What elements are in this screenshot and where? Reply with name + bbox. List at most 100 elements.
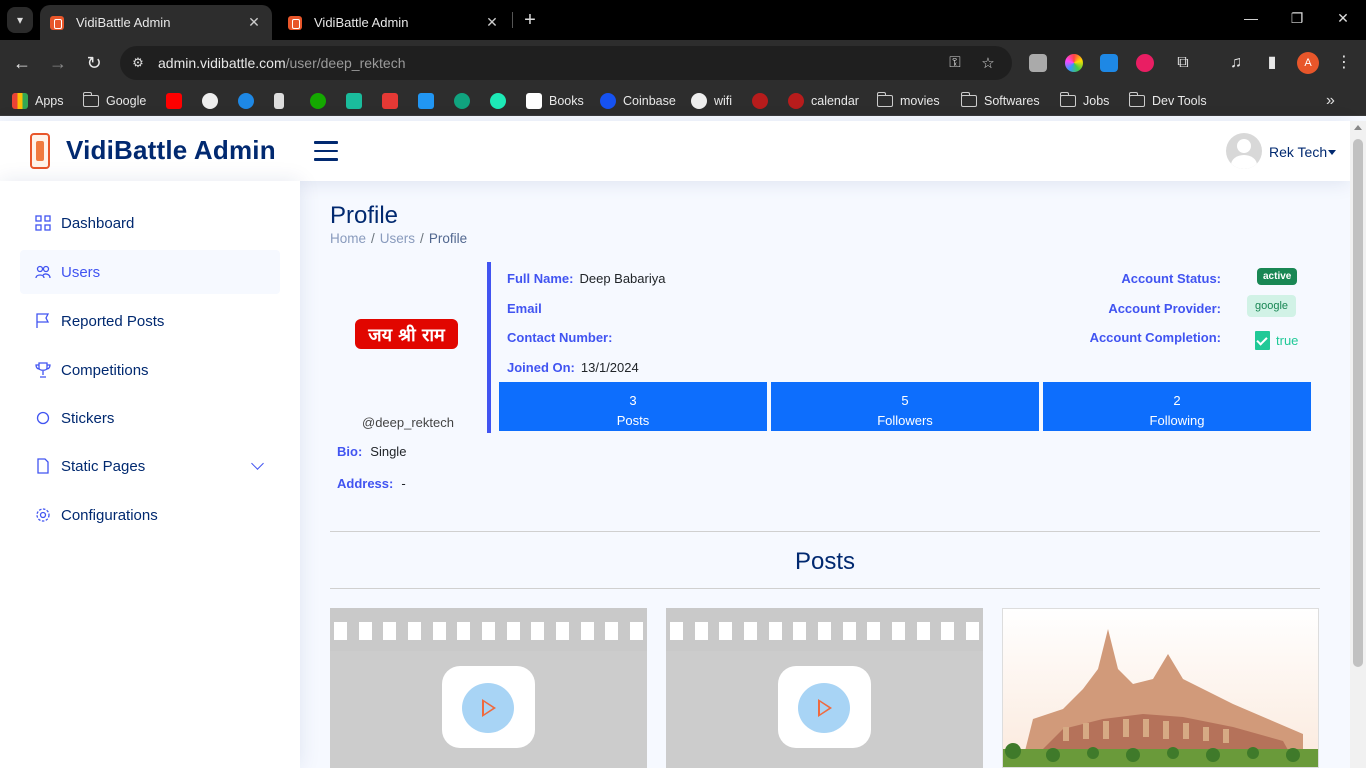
more-bookmarks-icon[interactable]: » (1326, 92, 1335, 110)
bookmark-wifi[interactable]: wifi (691, 92, 732, 110)
side-panel-icon[interactable]: ▮ (1261, 52, 1283, 74)
bookmark-link[interactable] (274, 92, 291, 110)
page-scrollbar[interactable] (1350, 121, 1366, 768)
address-value: - (401, 476, 406, 491)
restore-icon[interactable]: ❐ (1287, 10, 1307, 27)
close-tab-icon[interactable]: ✕ (246, 14, 262, 31)
stat-posts[interactable]: 3 Posts (499, 382, 767, 431)
bookmark-coinbase[interactable]: Coinbase (600, 92, 676, 110)
scrollbar-thumb[interactable] (1353, 139, 1363, 667)
bookmark-github[interactable] (202, 92, 225, 110)
bookmark-softwares[interactable]: Softwares (960, 92, 1040, 110)
reload-icon[interactable]: ↻ (83, 52, 105, 74)
bookmark-movies[interactable]: movies (876, 92, 940, 110)
fi-extension-icon[interactable] (1100, 54, 1118, 72)
bookmark-p[interactable] (382, 92, 405, 110)
forward-icon[interactable]: → (47, 52, 69, 74)
media-control-icon[interactable]: ♫ (1225, 52, 1247, 74)
vidibattle-favicon-icon (50, 15, 64, 30)
sidebar-item-users[interactable]: Users (20, 250, 280, 294)
star-icon[interactable]: ☆ (979, 54, 997, 72)
color-extension-icon[interactable] (1065, 54, 1083, 72)
profile-image-text: जय श्री राम (367, 324, 446, 346)
user-avatar[interactable] (1226, 133, 1262, 169)
sidebar-item-configurations[interactable]: Configurations (20, 493, 280, 537)
address-label: Address: (337, 476, 394, 491)
joined-label: Joined On: (507, 360, 575, 375)
play-icon[interactable] (798, 683, 850, 733)
site-info-icon[interactable]: ⚙ (128, 55, 148, 71)
coinbase-icon (600, 93, 616, 109)
d-app-icon (346, 93, 362, 109)
sidebar-item-competitions[interactable]: Competitions (20, 348, 280, 392)
back-icon[interactable]: ← (11, 52, 33, 74)
bookmark-chatgpt[interactable] (454, 92, 477, 110)
browser-tab-active[interactable]: VidiBattle Admin ✕ (40, 5, 272, 40)
extension-icon[interactable] (1136, 54, 1154, 72)
sidebar-item-label: Stickers (61, 409, 115, 427)
minimize-icon[interactable]: — (1241, 10, 1261, 26)
joined-row: Joined On: 13/1/2024 (507, 360, 639, 375)
sidebar-item-label: Static Pages (61, 457, 146, 475)
url-text[interactable]: admin.vidibattle.com/user/deep_rektech (158, 55, 405, 71)
check-badge-icon (1255, 331, 1270, 350)
address-row: Address: - (337, 476, 406, 491)
bookmark-vscode[interactable] (418, 92, 441, 110)
play-icon[interactable] (462, 683, 514, 733)
breadcrumb: Home / Users / Profile (330, 231, 468, 246)
bookmark-upwork[interactable] (310, 92, 333, 110)
bookmark-onedrive[interactable] (238, 92, 261, 110)
chevron-down-icon[interactable] (1328, 150, 1336, 155)
bookmark-es[interactable] (490, 92, 513, 110)
close-tab-icon[interactable]: ✕ (484, 14, 500, 31)
bookmark-google[interactable]: Google (82, 92, 146, 110)
chevron-down-icon[interactable] (251, 457, 264, 470)
window-close-icon[interactable]: ✕ (1333, 10, 1353, 27)
bookmark-jobs[interactable]: Jobs (1059, 92, 1109, 110)
bio-label: Bio: (337, 444, 363, 459)
post-card-video[interactable] (666, 608, 983, 768)
browser-toolbar: ← → ↻ ⚙ admin.vidibattle.com/user/deep_r… (0, 40, 1366, 86)
tab-title: VidiBattle Admin (76, 15, 171, 30)
stat-following[interactable]: 2 Following (1043, 382, 1311, 431)
browser-tab[interactable]: VidiBattle Admin ✕ (278, 5, 510, 40)
post-card-video[interactable] (330, 608, 647, 768)
sidebar-item-reported-posts[interactable]: Reported Posts (20, 299, 280, 343)
breadcrumb-home[interactable]: Home (330, 231, 366, 246)
sidebar-item-dashboard[interactable]: Dashboard (20, 201, 280, 245)
key-icon[interactable]: ⚿ (946, 54, 964, 71)
tab-title: VidiBattle Admin (314, 15, 409, 30)
extension-icon[interactable] (1029, 54, 1047, 72)
pen-icon (274, 93, 284, 109)
user-menu-name[interactable]: Rek Tech (1269, 144, 1327, 160)
breadcrumb-users[interactable]: Users (380, 231, 415, 246)
joined-value: 13/1/2024 (580, 360, 639, 375)
profile-avatar-icon[interactable]: A (1297, 52, 1319, 74)
address-bar[interactable]: ⚙ admin.vidibattle.com/user/deep_rektech… (120, 46, 1012, 80)
logo-icon[interactable] (30, 133, 50, 169)
bookmark-calendar[interactable]: calendar (788, 92, 859, 110)
bookmark-youtube[interactable] (166, 92, 189, 110)
account-completion: true (1255, 331, 1298, 350)
vscode-icon (418, 93, 434, 109)
bookmark-d[interactable] (346, 92, 369, 110)
sidebar-item-label: Dashboard (61, 214, 135, 232)
bookmark-books[interactable]: Books (526, 92, 584, 110)
extensions-puzzle-icon[interactable]: ⧉ (1172, 52, 1194, 74)
bookmark-red[interactable] (752, 92, 775, 110)
post-card-image[interactable] (1002, 608, 1319, 768)
bookmarks-bar: Apps Google Books Coinbase wifi calendar… (0, 86, 1366, 116)
sidebar-item-stickers[interactable]: Stickers (20, 396, 280, 440)
new-tab-icon[interactable]: + (520, 10, 540, 30)
tab-search-icon[interactable]: ▾ (7, 7, 33, 33)
sidebar-item-label: Users (61, 263, 101, 281)
stat-followers[interactable]: 5 Followers (771, 382, 1039, 431)
stat-value: 2 (1173, 393, 1181, 408)
bookmark-apps[interactable]: Apps (12, 92, 64, 110)
sidebar-item-static-pages[interactable]: Static Pages (20, 444, 280, 488)
sidebar-toggle-icon[interactable] (314, 141, 338, 161)
menu-kebab-icon[interactable]: ⋮ (1333, 52, 1355, 74)
vidibattle-favicon-icon (288, 15, 302, 30)
logo-text[interactable]: VidiBattle Admin (66, 135, 276, 166)
bookmark-dev-tools[interactable]: Dev Tools (1128, 92, 1207, 110)
